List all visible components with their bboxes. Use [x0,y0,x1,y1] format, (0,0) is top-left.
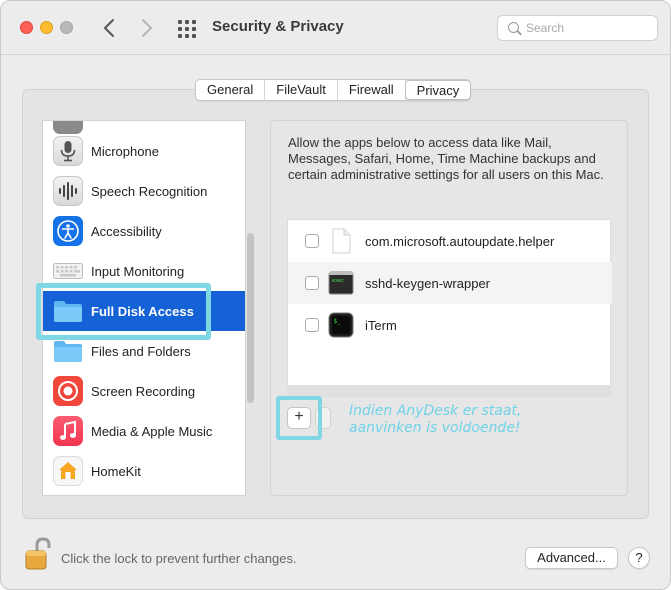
chevron-left-icon [104,19,114,37]
tab-privacy[interactable]: Privacy [404,80,472,100]
svg-text:exec: exec [332,278,344,284]
iterm-icon: $_ [328,312,354,338]
tab-general[interactable]: General [196,80,266,100]
keyboard-icon [53,256,83,286]
sidebar-item-label: Accessibility [91,223,162,239]
app-list[interactable]: com.microsoft.autoupdate.helper exec ssh… [287,219,612,397]
app-row-autoupdate[interactable]: com.microsoft.autoupdate.helper [288,220,612,262]
tab-bar: General FileVault Firewall Privacy [195,79,472,101]
back-button[interactable] [99,15,119,41]
annotation-line: aanvinken is voldoende! [349,420,521,436]
close-button[interactable] [20,21,33,34]
document-icon [328,228,354,254]
app-label: iTerm [365,317,397,333]
microphone-icon [53,136,83,166]
app-label: sshd-keygen-wrapper [365,275,491,291]
sidebar-item-speech-recognition[interactable]: Speech Recognition [43,171,245,211]
sidebar-item-label: Microphone [91,143,159,159]
zoom-button[interactable] [60,21,73,34]
sidebar-item-microphone[interactable]: Microphone [43,131,245,171]
annotation-line: Indien AnyDesk er staat, [349,403,522,419]
accessibility-icon [53,216,83,246]
sidebar-item-media-apple-music[interactable]: Media & Apple Music [43,411,245,451]
tab-firewall[interactable]: Firewall [338,80,406,100]
sidebar-item-label: Speech Recognition [91,183,208,199]
svg-text:$_: $_ [334,318,342,325]
music-note-icon [53,416,83,446]
lock-icon[interactable] [24,537,54,571]
app-row-iterm[interactable]: $_ iTerm [288,304,612,346]
sidebar-item-label: Input Monitoring [91,263,185,279]
sidebar-item-label: HomeKit [91,463,141,479]
app-row-sshd-keygen[interactable]: exec sshd-keygen-wrapper [288,262,612,304]
permission-description: Allow the apps below to access data like… [288,135,604,182]
annotation-note: Indien AnyDesk er staat, aanvinken is vo… [349,403,521,437]
window-title: Security & Privacy [212,18,344,35]
tab-filevault[interactable]: FileVault [265,80,338,100]
minimize-button[interactable] [40,21,53,34]
sidebar-item-label: Media & Apple Music [91,423,213,439]
folder-icon [53,336,83,366]
highlight-add-button [276,396,322,440]
sidebar-item-label: Screen Recording [91,383,196,399]
sidebar-item-accessibility[interactable]: Accessibility [43,211,245,251]
chevron-right-icon [142,19,152,37]
search-input[interactable] [526,19,651,37]
help-button[interactable]: ? [628,547,650,569]
search-field[interactable] [497,15,658,41]
show-all-grid-icon[interactable] [178,20,196,38]
app-checkbox[interactable] [305,276,319,290]
sidebar-item-screen-recording[interactable]: Screen Recording [43,371,245,411]
preferences-window: Security & Privacy General FileVault Fir… [0,0,671,590]
lock-instruction: Click the lock to prevent further change… [61,551,297,566]
forward-button[interactable] [137,15,157,41]
highlight-full-disk-access [36,283,211,340]
sidebar-item-label: Files and Folders [91,343,191,359]
record-icon [53,376,83,406]
app-checkbox[interactable] [305,318,319,332]
app-label: com.microsoft.autoupdate.helper [365,233,555,249]
advanced-button[interactable]: Advanced... [525,547,618,569]
sidebar-item-homekit[interactable]: HomeKit [43,451,245,491]
terminal-icon: exec [328,270,354,296]
home-icon [53,456,83,486]
search-icon [508,22,519,33]
waveform-icon [53,176,83,206]
app-checkbox[interactable] [305,234,319,248]
title-bar: Security & Privacy [1,1,670,55]
list-scrollbar[interactable] [247,233,254,403]
app-list-footer [287,385,611,397]
